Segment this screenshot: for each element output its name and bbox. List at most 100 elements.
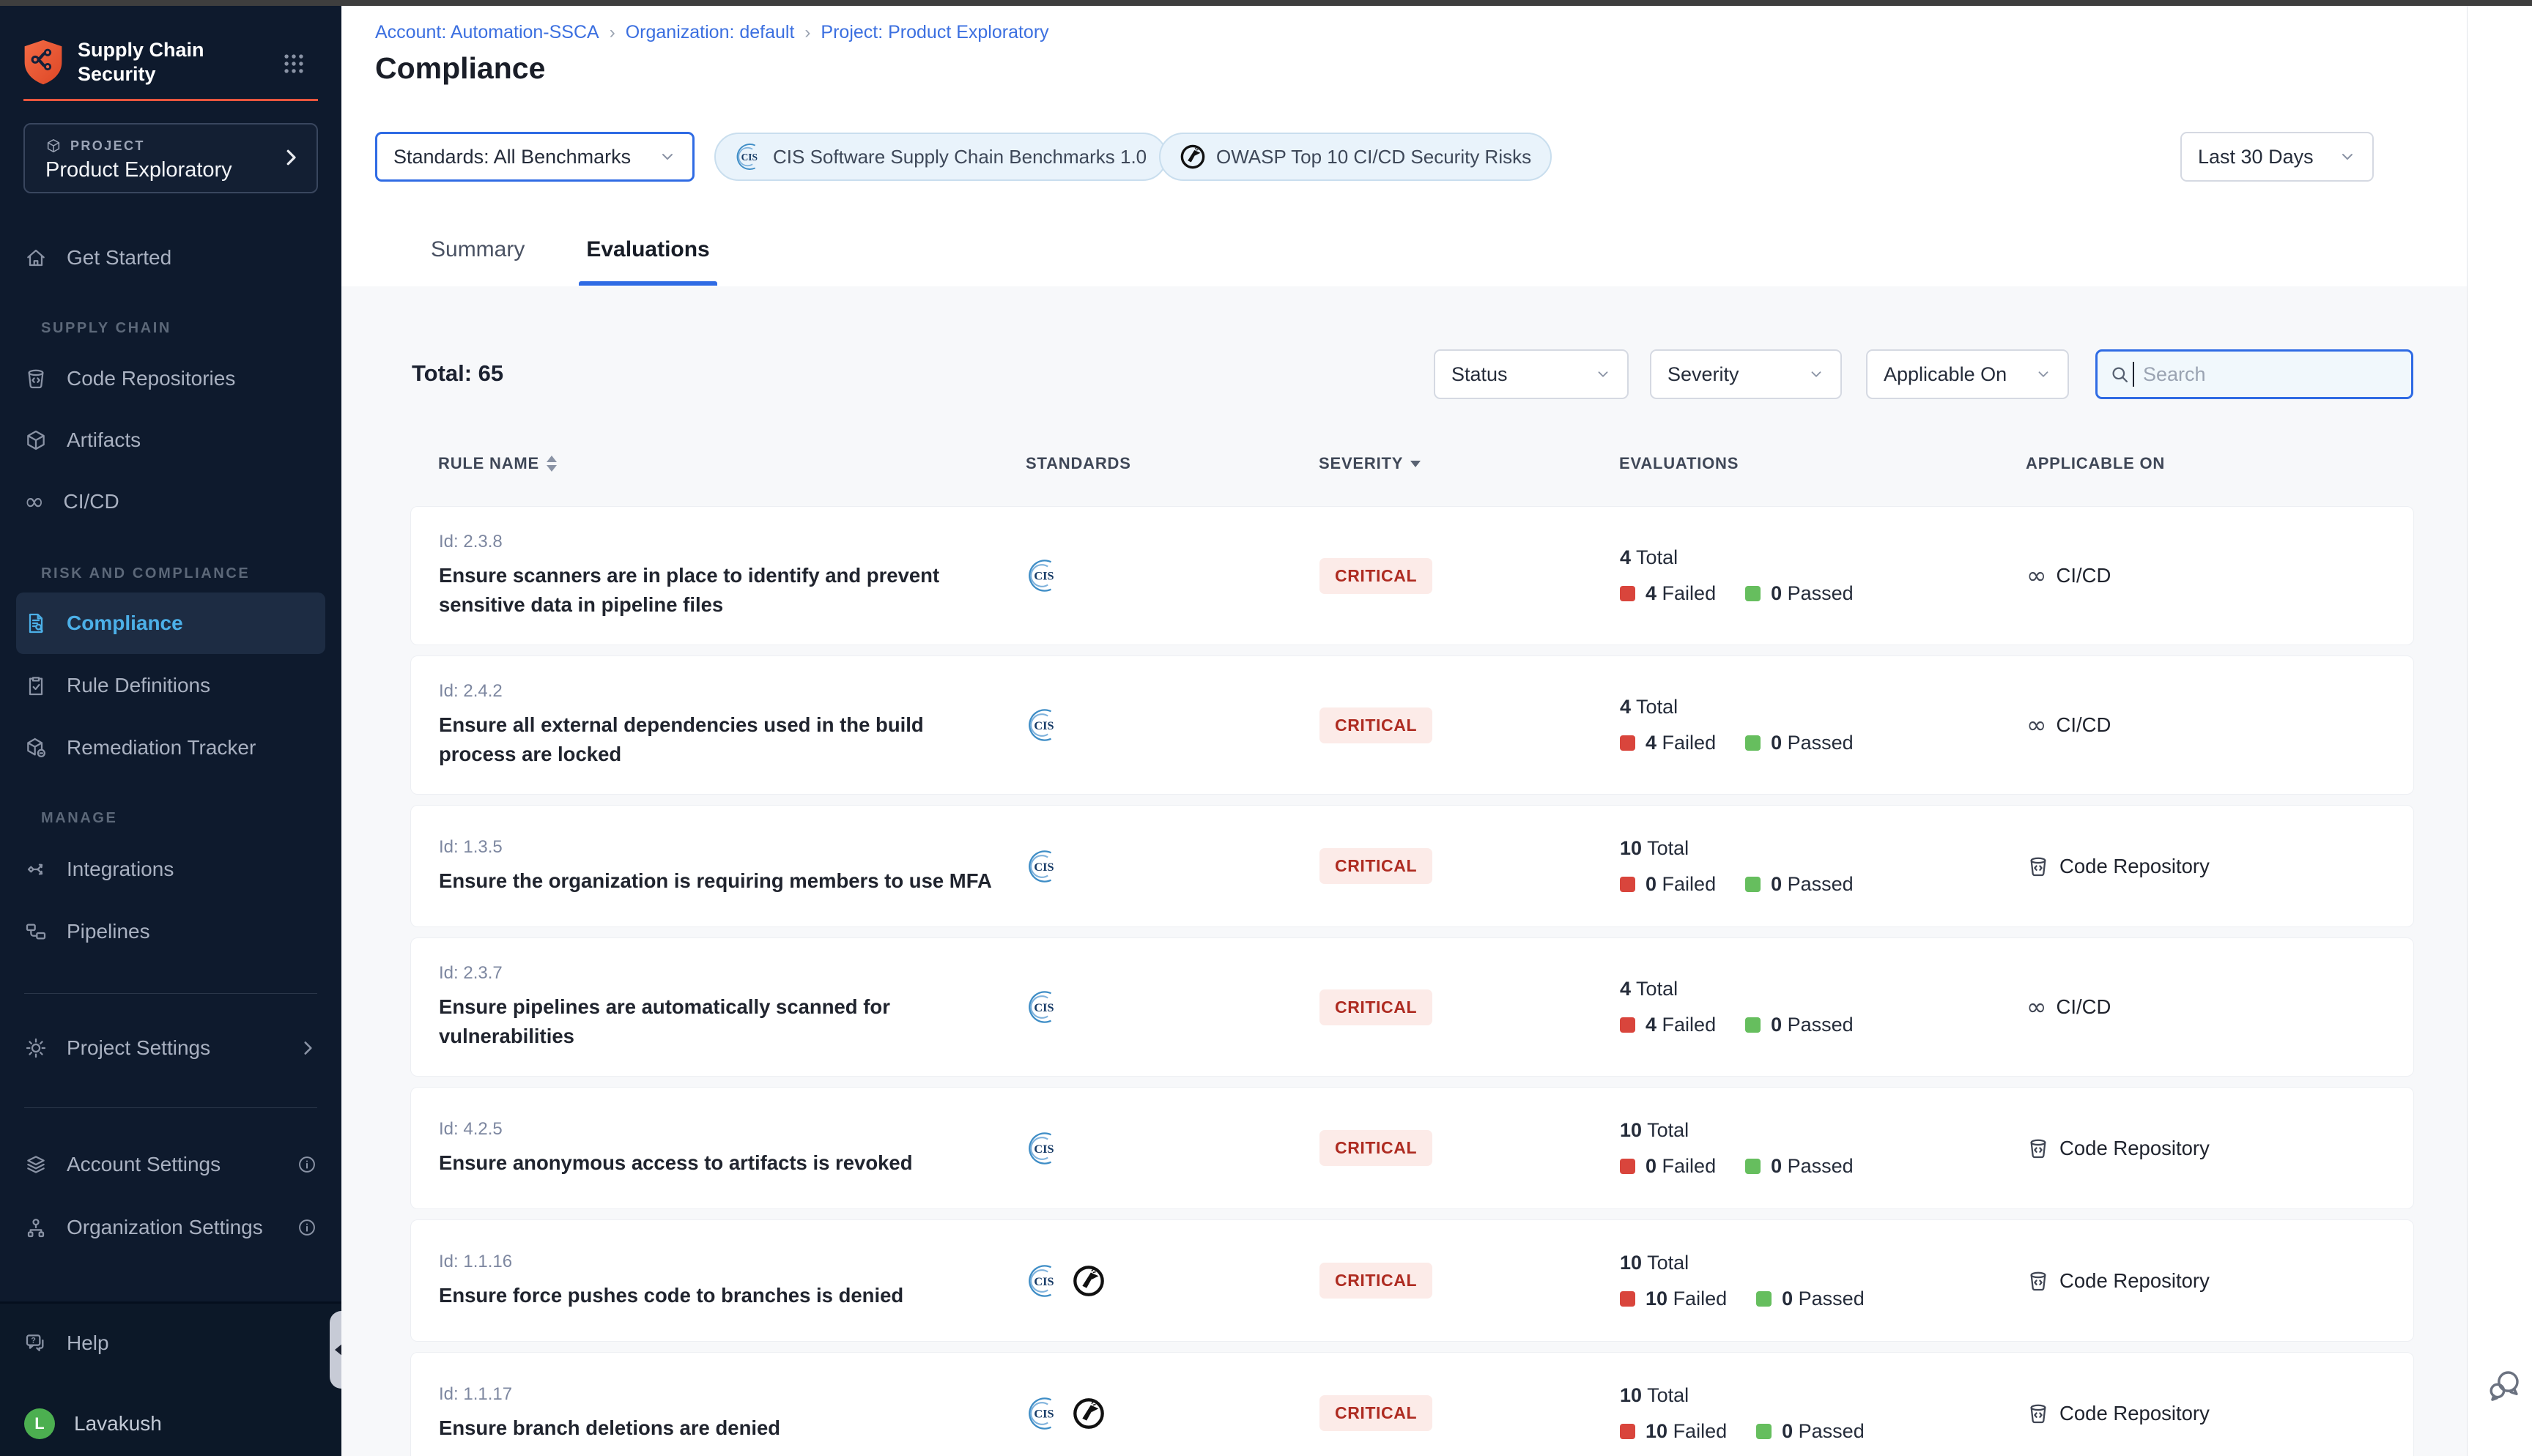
cis-benchmark-chip[interactable]: CIS Software Supply Chain Benchmarks 1.0: [714, 133, 1167, 181]
total-count: 4: [1620, 696, 1631, 718]
date-range-dropdown[interactable]: Last 30 Days: [2180, 132, 2374, 182]
rule-name: Ensure force pushes code to branches is …: [439, 1281, 1002, 1310]
passed-indicator: [1745, 877, 1761, 892]
passed-count: 0: [1782, 1288, 1793, 1310]
passed-label: Passed: [1799, 1288, 1865, 1310]
passed-count: 0: [1782, 1420, 1793, 1442]
cicd-infinity-icon: ∞: [2026, 568, 2047, 583]
severity-cell: CRITICAL: [1319, 558, 1620, 594]
right-rail-divider: [2467, 6, 2468, 1456]
rule-row[interactable]: Id: 2.4.2 Ensure all external dependenci…: [410, 655, 2414, 795]
app-root: Supply Chain Security PROJECT Product Ex…: [0, 0, 2532, 1456]
rule-row[interactable]: Id: 1.1.16 Ensure force pushes code to b…: [410, 1219, 2414, 1342]
standards-cell: [1026, 1264, 1319, 1298]
severity-badge: CRITICAL: [1319, 1263, 1432, 1299]
owasp-chip[interactable]: OWASP Top 10 CI/CD Security Risks: [1159, 133, 1552, 181]
sidebar-item-compliance[interactable]: Compliance: [16, 593, 325, 654]
owasp-logo: [1072, 1264, 1106, 1298]
column-rule-name[interactable]: RULE NAME: [438, 454, 1026, 473]
tab-evaluations[interactable]: Evaluations: [579, 231, 717, 286]
evaluations-cell: 10 Total 10 Failed 0 Passed: [1620, 1384, 2026, 1443]
total-count: 10: [1620, 837, 1642, 859]
status-filter-dropdown[interactable]: Status: [1434, 349, 1629, 399]
sidebar-item-account-settings[interactable]: Account Settings: [24, 1134, 317, 1195]
rule-row[interactable]: Id: 2.3.8 Ensure scanners are in place t…: [410, 506, 2414, 645]
sidebar-item-remediation-tracker[interactable]: Remediation Tracker: [24, 717, 317, 779]
module-grid-menu-icon[interactable]: [281, 51, 306, 76]
standards-cell: [1026, 990, 1319, 1024]
search-icon: [2109, 364, 2130, 385]
rule-id: Id: 1.1.17: [439, 1384, 1026, 1405]
user-menu[interactable]: L Lavakush: [24, 1393, 317, 1455]
pipelines-icon: [24, 920, 48, 943]
passed-label: Passed: [1788, 1155, 1854, 1177]
failed-indicator: [1620, 1017, 1635, 1033]
rule-row[interactable]: Id: 2.3.7 Ensure pipelines are automatic…: [410, 937, 2414, 1077]
sidebar-item-cicd[interactable]: ∞ CI/CD: [24, 471, 317, 532]
cis-logo: [1026, 708, 1060, 742]
info-icon[interactable]: [297, 1217, 317, 1238]
rule-name: Ensure scanners are in place to identify…: [439, 561, 1002, 620]
search-input[interactable]: [2142, 363, 2379, 387]
window-top-strip: [0, 0, 2532, 6]
rule-name: Ensure the organization is requiring mem…: [439, 866, 1002, 896]
sidebar-item-rule-definitions[interactable]: Rule Definitions: [24, 655, 317, 716]
standards-cell: [1026, 850, 1319, 883]
severity-badge: CRITICAL: [1319, 558, 1432, 594]
total-label: Total: [1647, 837, 1689, 859]
passed-count: 0: [1771, 732, 1782, 754]
sidebar-item-organization-settings[interactable]: Organization Settings: [24, 1197, 317, 1258]
sidebar-item-pipelines[interactable]: Pipelines: [24, 901, 317, 962]
failed-indicator: [1620, 735, 1635, 751]
column-severity[interactable]: SEVERITY: [1319, 454, 1619, 473]
severity-cell: CRITICAL: [1319, 1395, 1620, 1431]
applicable-on-cell: ∞ CI/CD: [2026, 713, 2413, 737]
sidebar-item-get-started[interactable]: Get Started: [24, 227, 317, 289]
app-logo-row[interactable]: Supply Chain Security: [22, 38, 204, 86]
rule-id: Id: 2.3.8: [439, 532, 1026, 552]
passed-count: 0: [1771, 582, 1782, 604]
code-repository-icon: [24, 367, 48, 390]
passed-indicator: [1745, 586, 1761, 601]
total-count: 10: [1620, 1384, 1642, 1406]
rule-name: Ensure anonymous access to artifacts is …: [439, 1148, 1002, 1178]
passed-label: Passed: [1799, 1420, 1865, 1442]
breadcrumb-account[interactable]: Account: Automation-SSCA: [375, 22, 599, 43]
rule-row[interactable]: Id: 4.2.5 Ensure anonymous access to art…: [410, 1087, 2414, 1209]
failed-count: 10: [1646, 1420, 1667, 1442]
sidebar-bottom-dock: ? Help L Lavakush: [0, 1301, 341, 1456]
breadcrumb-project[interactable]: Project: Product Exploratory: [821, 22, 1048, 43]
severity-cell: CRITICAL: [1319, 1263, 1620, 1299]
applicable-on-cell: ∞ CI/CD: [2026, 564, 2413, 587]
project-selector[interactable]: PROJECT Product Exploratory: [23, 123, 318, 193]
rule-row[interactable]: Id: 1.1.17 Ensure branch deletions are d…: [410, 1352, 2414, 1456]
total-count: 4: [1620, 978, 1631, 1000]
applicable-on-label: Code Repository: [2059, 1402, 2210, 1425]
tab-summary[interactable]: Summary: [423, 231, 532, 286]
sidebar-item-code-repositories[interactable]: Code Repositories: [24, 348, 317, 409]
sidebar-item-artifacts[interactable]: Artifacts: [24, 409, 317, 471]
applicable-on-cell: Code Repository: [2026, 1269, 2413, 1293]
severity-filter-dropdown[interactable]: Severity: [1650, 349, 1842, 399]
applicable-on-label: Code Repository: [2059, 855, 2210, 878]
search-box[interactable]: [2095, 349, 2413, 399]
passed-indicator: [1756, 1291, 1772, 1307]
support-chat-icon[interactable]: [2485, 1367, 2523, 1405]
applicable-on-label: CI/CD: [2057, 713, 2111, 737]
passed-indicator: [1745, 1017, 1761, 1033]
integrations-icon: [24, 858, 48, 881]
rule-name-cell: Id: 1.1.17 Ensure branch deletions are d…: [439, 1384, 1026, 1443]
sidebar-item-integrations[interactable]: Integrations: [24, 839, 317, 900]
sidebar-item-project-settings[interactable]: Project Settings: [24, 1017, 317, 1079]
rule-row[interactable]: Id: 1.3.5 Ensure the organization is req…: [410, 805, 2414, 927]
breadcrumb-organization[interactable]: Organization: default: [626, 22, 795, 43]
chevron-right-icon: [298, 1039, 317, 1058]
passed-indicator: [1745, 1159, 1761, 1174]
standards-filter-dropdown[interactable]: Standards: All Benchmarks: [375, 132, 695, 182]
applicable-on-filter-dropdown[interactable]: Applicable On: [1866, 349, 2069, 399]
sidebar-item-help[interactable]: ? Help: [24, 1312, 317, 1374]
brand-divider: [23, 99, 318, 101]
info-icon[interactable]: [297, 1154, 317, 1175]
evaluations-cell: 4 Total 4 Failed 0 Passed: [1620, 978, 2026, 1036]
app-title: Supply Chain Security: [78, 38, 204, 86]
